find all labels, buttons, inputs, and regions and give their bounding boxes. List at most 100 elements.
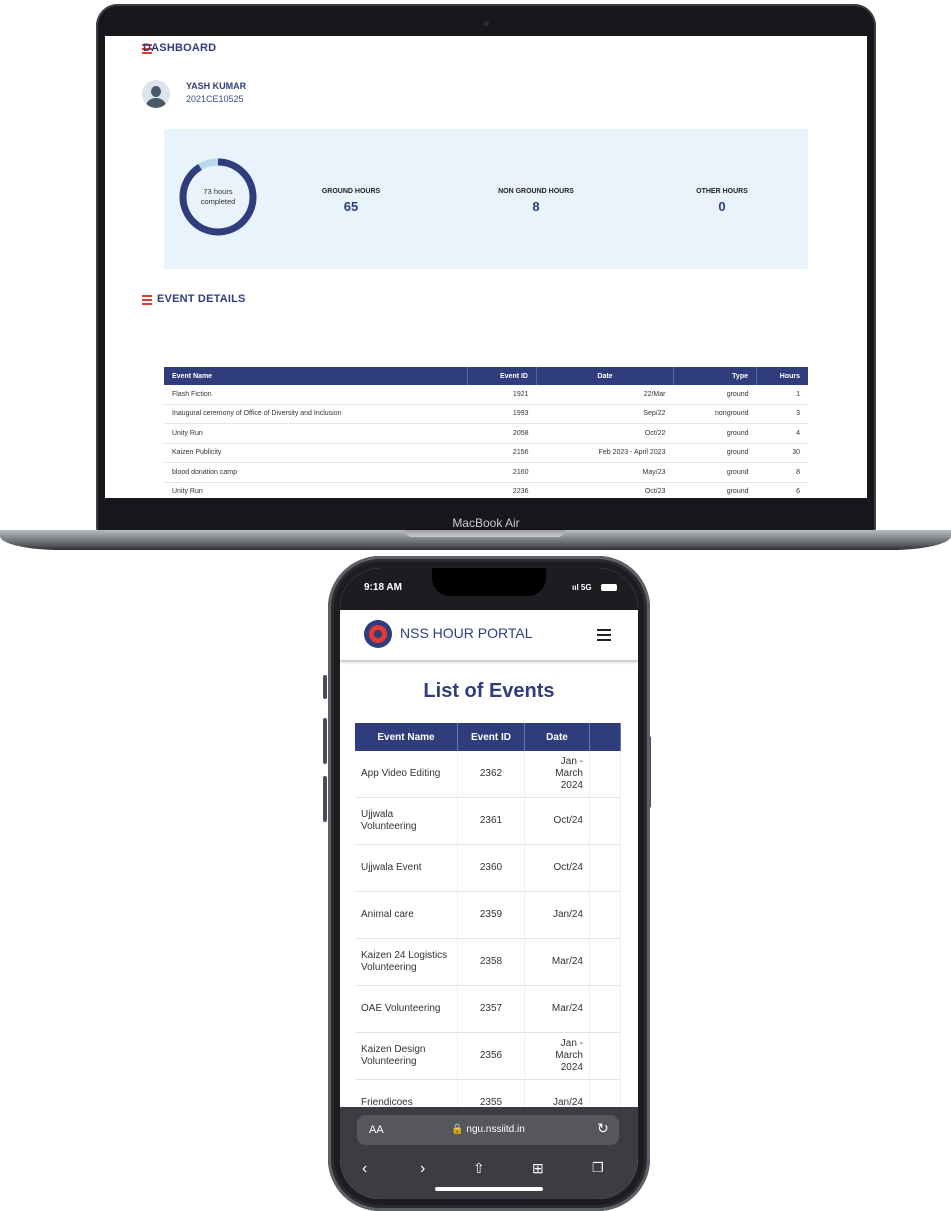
cell-type: ground — [673, 482, 757, 498]
page-title: List of Events — [423, 680, 555, 702]
status-time: 9:18 AM — [364, 582, 402, 593]
col-date[interactable]: Date — [524, 723, 590, 751]
col-event-id[interactable]: Event ID — [467, 367, 537, 385]
event-details-table: Event Name Event ID Date Type Hours Flas… — [164, 367, 808, 498]
list-item[interactable]: OAE Volunteering 2357 Mar/24 — [355, 985, 621, 1033]
user-id: 2021CE10525 — [186, 94, 244, 104]
table-header-row: Event Name Event ID Date — [355, 723, 621, 751]
cell-event-name: OAE Volunteering — [355, 985, 458, 1033]
cell-event-id: 2356 — [457, 1032, 525, 1080]
cell-date: Mar/24 — [524, 985, 590, 1033]
back-icon[interactable]: ‹ — [362, 1160, 367, 1178]
laptop-screen: DASHBOARD YASH KUMAR 2021CE10525 73 hour… — [105, 36, 867, 498]
hamburger-menu-icon[interactable] — [597, 629, 611, 641]
laptop-brand-label: MacBook Air — [100, 512, 872, 532]
cell-type-partial — [589, 1032, 621, 1080]
list-item[interactable]: Animal care 2359 Jan/24 — [355, 891, 621, 939]
cell-type: ground — [673, 462, 757, 483]
phone-volume-up — [323, 718, 327, 764]
lock-icon: 🔒 — [451, 1124, 464, 1135]
cell-event-id: 2236 — [467, 482, 537, 498]
col-event-name[interactable]: Event Name — [355, 723, 458, 751]
table-row[interactable]: Inaugural ceremony of Office of Diversit… — [164, 404, 808, 424]
nss-logo[interactable] — [364, 620, 392, 648]
list-item[interactable]: Kaizen Design Volunteering 2356 Jan - Marc… — [355, 1032, 621, 1080]
cell-date: Oct/22 — [536, 423, 674, 444]
cell-event-name: Flash Fiction — [164, 385, 468, 405]
table-row[interactable]: blood donation camp 2160 May/23 ground 8 — [164, 462, 808, 483]
cell-event-name: Animal care — [355, 891, 458, 939]
stat-label: NON GROUND HOURS — [498, 188, 574, 195]
table-row[interactable]: Unity Run 2236 Oct/23 ground 6 — [164, 482, 808, 498]
cell-event-name: Unity Run — [164, 482, 468, 498]
laptop-notch — [405, 530, 565, 537]
phone-mute-switch — [323, 675, 327, 699]
cell-event-id: 1993 — [467, 404, 537, 424]
cell-type: ground — [673, 443, 757, 463]
phone-volume-down — [323, 776, 327, 822]
address-bar[interactable]: AA 🔒 ngu.nssiitd.in ↻ — [357, 1115, 619, 1145]
table-row[interactable]: Unity Run 2058 Oct/22 ground 4 — [164, 423, 808, 444]
cell-type-partial — [589, 797, 621, 845]
cell-event-name: Ujjwala Volunteering — [355, 797, 458, 845]
stat-value: 65 — [343, 199, 359, 214]
table-header-row: Event Name Event ID Date Type Hours — [164, 367, 808, 385]
col-event-name[interactable]: Event Name — [164, 367, 468, 385]
cell-event-name: App Video Editing — [355, 751, 458, 798]
list-item[interactable]: Kaizen 24 Logistics Volunteering 2358 Mar/… — [355, 938, 621, 986]
cell-event-name: Unity Run — [164, 423, 468, 444]
cell-type: ground — [673, 385, 757, 405]
cell-hours: 1 — [756, 385, 808, 405]
bookmarks-icon[interactable]: ⊞ — [532, 1160, 544, 1177]
browser-nav: ‹ › ⇧ ⊞ ❐ — [340, 1160, 638, 1184]
cell-event-name: Kaizen Design Volunteering — [355, 1032, 458, 1080]
cell-date: Oct/23 — [536, 482, 674, 498]
forward-icon[interactable]: › — [420, 1160, 425, 1178]
events-table-scroll[interactable]: Event Name Event ID Date App Video Editi… — [355, 723, 621, 1115]
hours-completed-label: 73 hours completed — [178, 187, 258, 207]
browser-toolbar: AA 🔒 ngu.nssiitd.in ↻ ‹ › ⇧ ⊞ ❐ — [340, 1107, 638, 1199]
table-row[interactable]: Kaizen Publicity 2156 Feb 2023 - April 202… — [164, 443, 808, 463]
cell-event-name: Kaizen 24 Logistics Volunteering — [355, 938, 458, 986]
table-row[interactable]: Flash Fiction 1921 22/Mar ground 1 — [164, 385, 808, 405]
col-date[interactable]: Date — [536, 367, 674, 385]
cell-event-name: Kaizen Publicity — [164, 443, 468, 463]
cell-date: Jan/24 — [524, 891, 590, 939]
cell-hours: 3 — [756, 404, 808, 424]
app-title[interactable]: NSS HOUR PORTAL — [400, 625, 533, 641]
event-details-menu-icon[interactable] — [142, 295, 152, 305]
stat-value: 0 — [718, 199, 726, 214]
reload-icon[interactable]: ↻ — [597, 1120, 609, 1137]
cell-type-partial — [589, 891, 621, 939]
col-type[interactable]: Type — [673, 367, 757, 385]
hours-completed-value: 73 hours — [203, 187, 233, 196]
stat-other-hours: OTHER HOURS 0 — [642, 188, 802, 214]
list-item[interactable]: Ujjwala Volunteering 2361 Oct/24 — [355, 797, 621, 845]
cell-event-id: 2360 — [457, 844, 525, 892]
list-item[interactable]: Ujjwala Event 2360 Oct/24 — [355, 844, 621, 892]
col-hours[interactable]: Hours — [756, 367, 808, 385]
event-details-title: EVENT DETAILS — [157, 293, 246, 305]
status-bar: 9:18 AM ııl 5G — [340, 568, 638, 610]
cell-date: 22/Mar — [536, 385, 674, 405]
cell-date: Jan - March 2024 — [524, 751, 590, 798]
tabs-icon[interactable]: ❐ — [592, 1160, 604, 1176]
cell-event-name: Ujjwala Event — [355, 844, 458, 892]
url-text[interactable]: 🔒 ngu.nssiitd.in — [357, 1124, 619, 1135]
cell-type-partial — [589, 938, 621, 986]
list-item[interactable]: App Video Editing 2362 Jan - March 2024 — [355, 751, 621, 798]
cell-date: May/23 — [536, 462, 674, 483]
stat-label: GROUND HOURS — [321, 188, 381, 195]
stat-non-ground-hours: NON GROUND HOURS 8 — [456, 188, 616, 214]
events-table: Event Name Event ID Date App Video Editi… — [355, 723, 621, 1115]
cell-event-id: 2358 — [457, 938, 525, 986]
cell-type-partial — [589, 844, 621, 892]
cell-event-id: 2359 — [457, 891, 525, 939]
col-event-id[interactable]: Event ID — [457, 723, 525, 751]
signal-icon: ııl 5G — [572, 583, 592, 592]
cell-event-id: 2160 — [467, 462, 537, 483]
hours-summary-panel: 73 hours completed GROUND HOURS 65 NON G… — [164, 129, 808, 269]
cell-type: ground — [673, 423, 757, 444]
share-icon[interactable]: ⇧ — [473, 1160, 485, 1177]
cell-type: nonground — [673, 404, 757, 424]
